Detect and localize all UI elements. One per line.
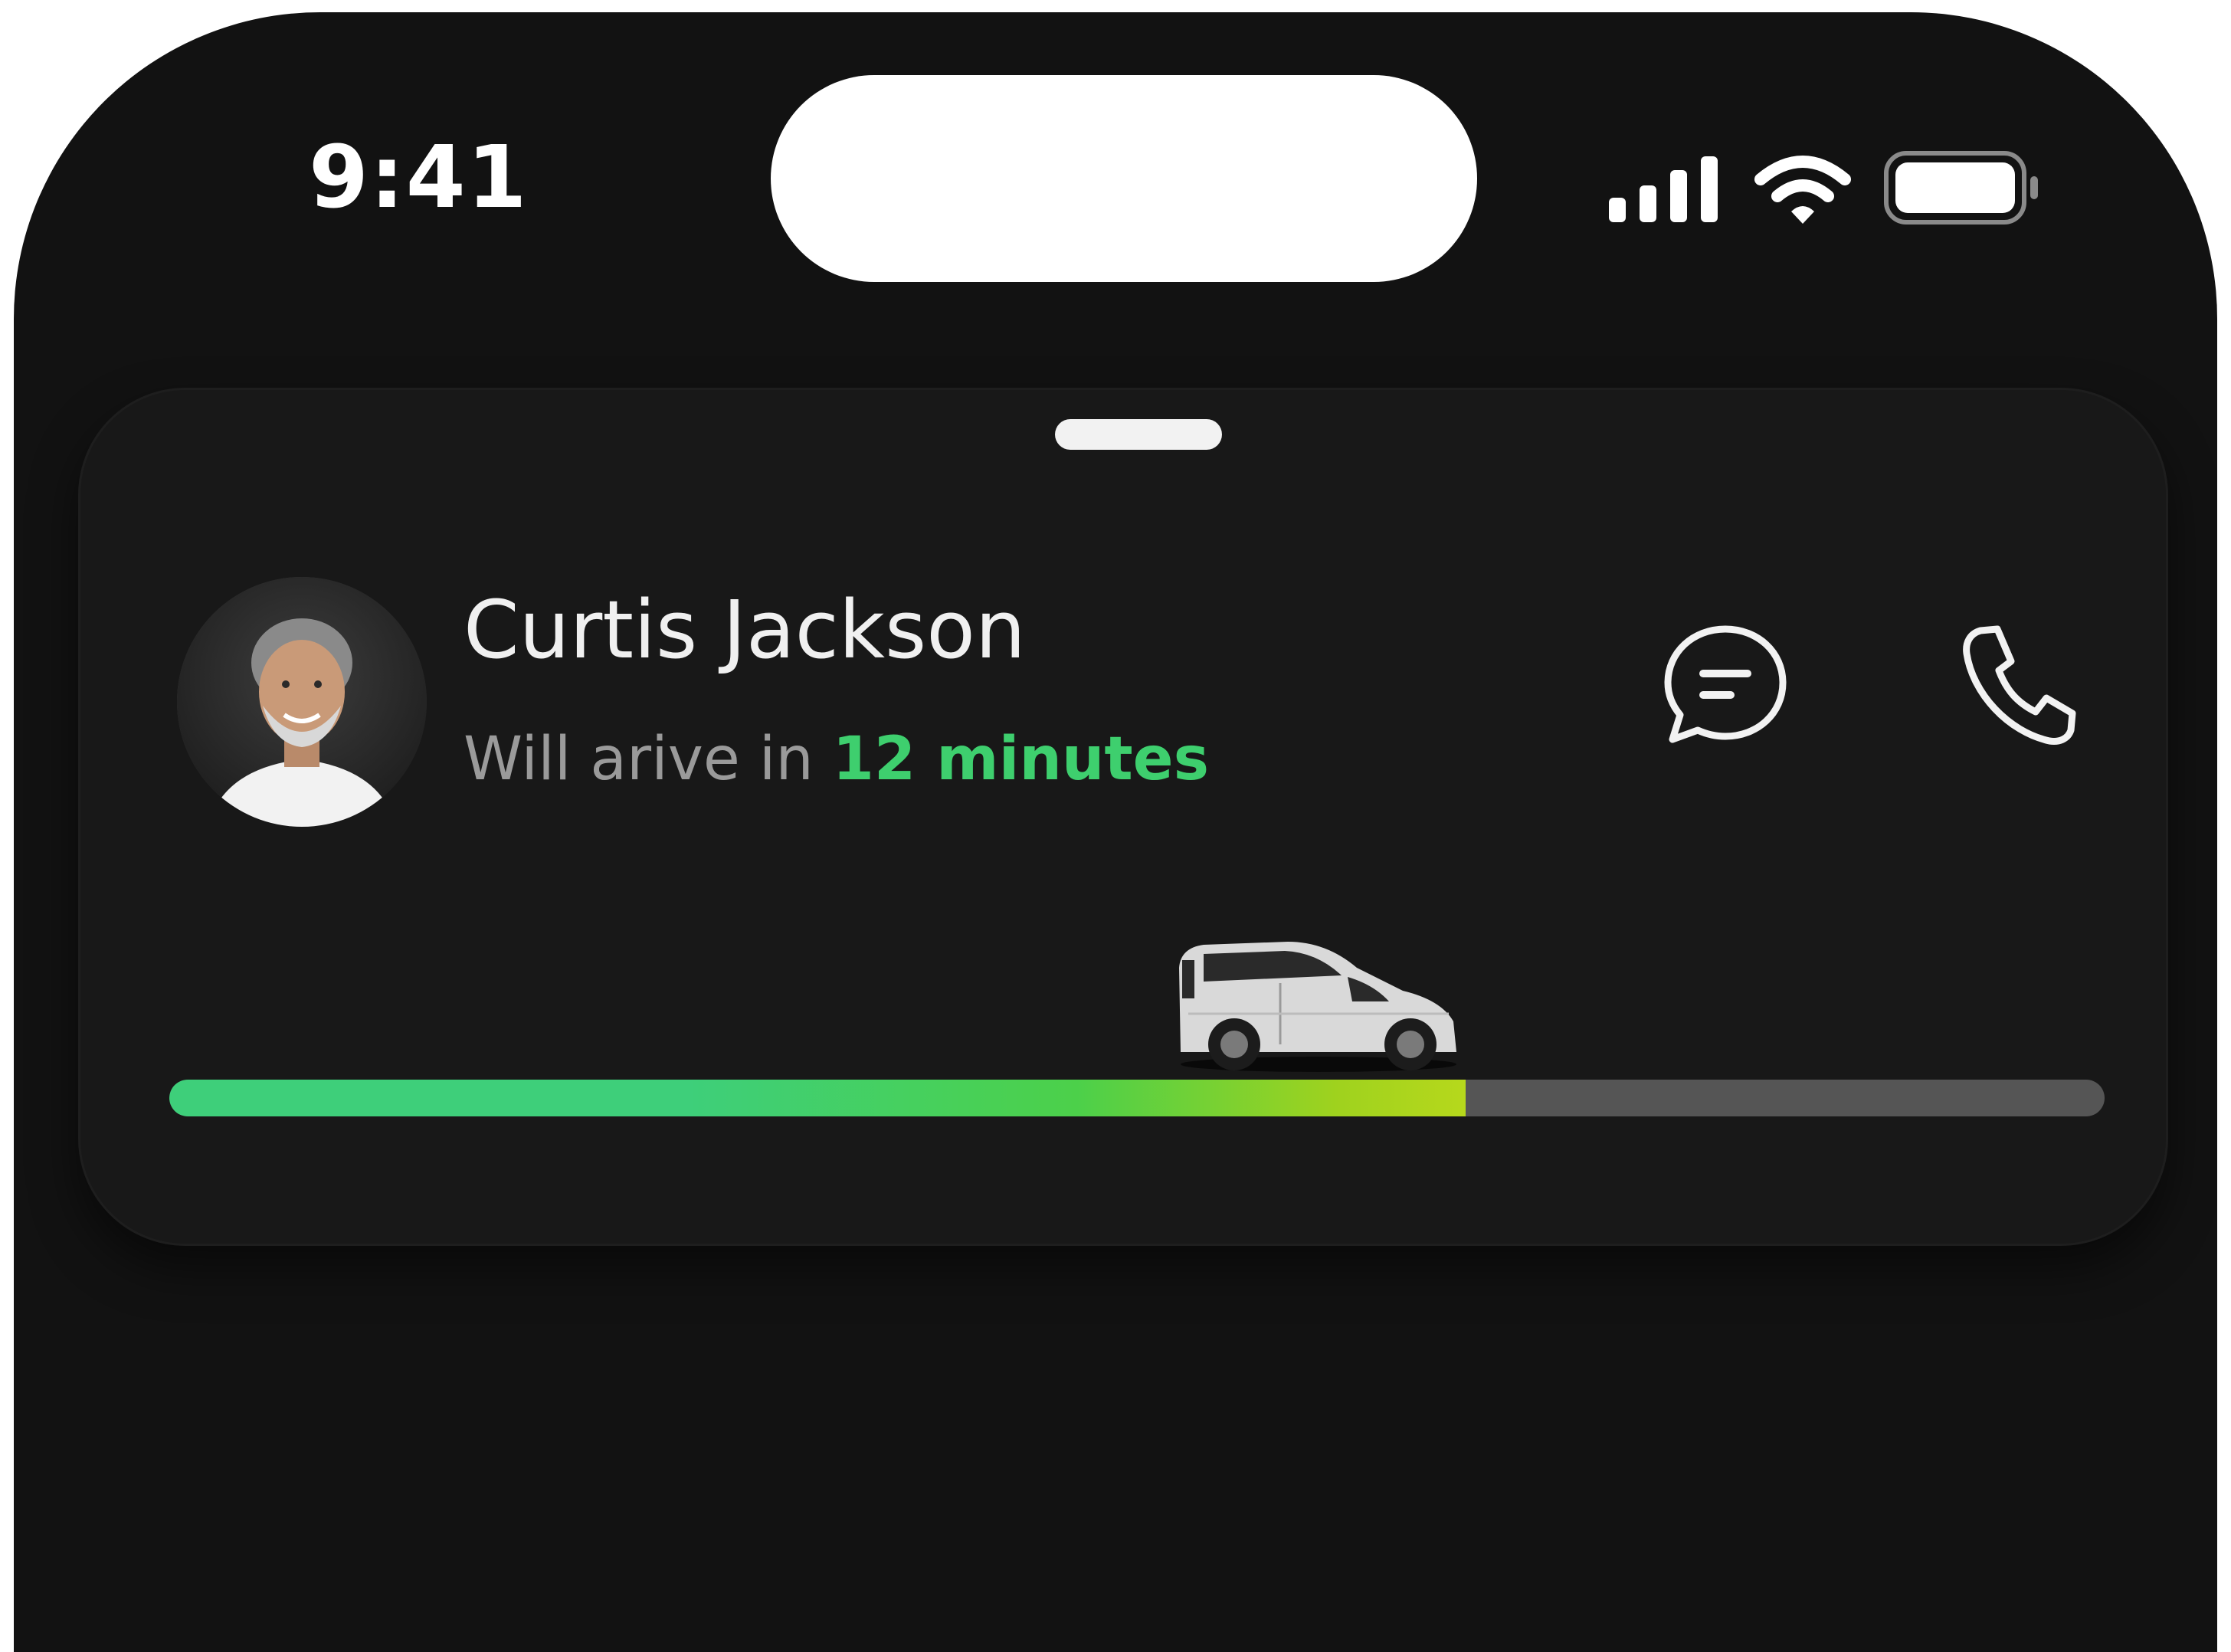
eta-value: 12 minutes (832, 725, 1209, 794)
signal-icon (1609, 156, 1718, 222)
eta-prefix: Will arive in (464, 725, 833, 794)
eta-text: Will arive in 12 minutes (464, 725, 1209, 794)
sheet-grabber-handle[interactable] (1055, 419, 1222, 450)
dynamic-island (771, 75, 1477, 282)
wifi-icon (1754, 156, 1851, 224)
battery-icon (1884, 151, 2038, 225)
car-icon (1179, 942, 1456, 1072)
driver-photo (177, 577, 427, 827)
phone-icon (1963, 625, 2076, 745)
driver-name: Curtis Jackson (464, 583, 1026, 677)
status-icons (1607, 150, 2082, 234)
phone-screen: 9:41 Curtis Jackson Will arive in 12 min… (14, 12, 2217, 1652)
status-time: 9:41 (309, 128, 529, 228)
trip-progress-fill (169, 1080, 1466, 1116)
trip-progress-bar (169, 1080, 2105, 1116)
message-button[interactable] (1660, 620, 1790, 750)
driver-card: Curtis Jackson Will arive in 12 minutes (78, 388, 2168, 1246)
call-button[interactable] (1950, 620, 2080, 750)
message-icon (1664, 625, 1787, 743)
driver-avatar (177, 577, 427, 827)
